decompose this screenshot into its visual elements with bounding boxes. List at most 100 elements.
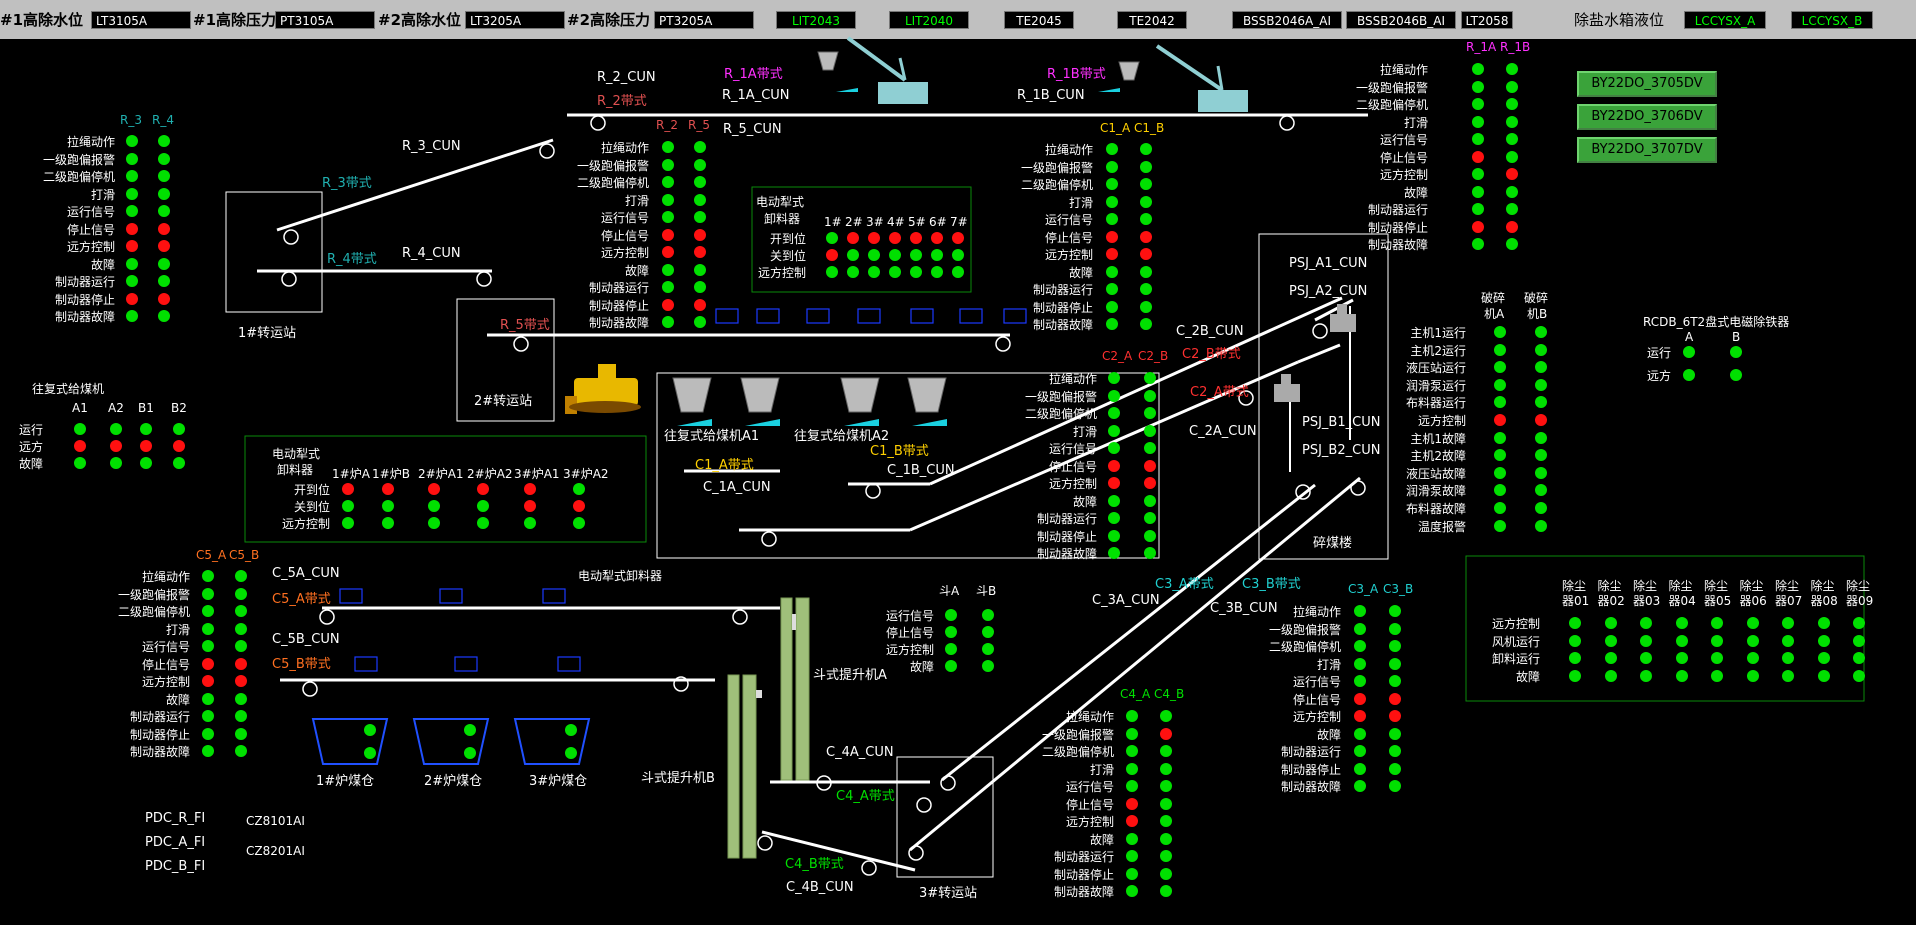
crusher-row-label: 温度报警	[1417, 519, 1466, 534]
dust-row-label: 远方控制	[1491, 617, 1540, 631]
group-c3-a-green-light	[1354, 762, 1366, 775]
group-r25-b-green-light	[694, 281, 706, 293]
group-c1-row-label: 一级跑偏报警	[1020, 160, 1093, 175]
plough-left-r2-c2-green-light	[428, 517, 440, 529]
group-r25-b-green-light	[694, 193, 706, 206]
group-c3-a-green-light	[1354, 605, 1366, 617]
dust-r1-c7-green-light	[1817, 634, 1830, 647]
group-r25-a-green-light	[662, 193, 674, 206]
plough-top-r2-c4-green-light	[910, 266, 922, 278]
group-c2-header-0: C2_A	[1102, 349, 1133, 363]
group-c3-b-green-light	[1389, 640, 1401, 652]
group-c2-row-label: 制动器运行	[1036, 512, 1097, 526]
plough-left-col-0: 1#炉A	[332, 467, 370, 481]
command-button-3705[interactable]: BY22DO_3705DV	[1577, 71, 1717, 97]
crusher-row-label: 主机1故障	[1410, 431, 1466, 446]
dust-r3-c4-green-light	[1711, 669, 1723, 682]
label-crusher-building: 碎煤楼	[1313, 536, 1353, 551]
group-c4-b-red-light	[1160, 727, 1172, 740]
group-c4-row-label: 制动器运行	[1053, 850, 1114, 864]
group-r1-a-green-light	[1472, 98, 1484, 110]
group-r34-row-label: 制动器运行	[54, 275, 115, 289]
group-r34-b-green-light	[158, 152, 170, 165]
group-r1-row-label: 拉绳动作	[1379, 63, 1428, 77]
group-c3-row-label: 制动器故障	[1280, 780, 1341, 794]
label-elevator-a: 斗式提升机A	[813, 668, 887, 683]
label-elevator-b: 斗式提升机B	[641, 771, 715, 786]
label-bunker-1: 1#炉煤仓	[316, 774, 375, 789]
dust-r3-c2-green-light	[1640, 669, 1652, 682]
label-r1a-cun: R_1A_CUN	[722, 88, 790, 103]
dust-col-head2-0: 器01	[1562, 594, 1590, 608]
group-r34-row-label: 一级跑偏报警	[42, 152, 115, 167]
group-r25-b-green-light	[694, 316, 706, 328]
plough-top-title2: 卸料器	[764, 212, 801, 226]
command-button-3707[interactable]: BY22DO_3707DV	[1577, 137, 1717, 163]
group-r1-row-label: 制动器故障	[1367, 238, 1428, 252]
bucket-table-r1-c0-green-light	[945, 626, 957, 638]
group-r34-row-label: 故障	[90, 257, 115, 272]
group-c5-row-label: 制动器故障	[129, 745, 190, 759]
feeder-table-col-1: A2	[108, 401, 124, 415]
bunker-2-shape	[412, 718, 490, 765]
dust-r3-c3-green-light	[1675, 669, 1688, 682]
group-c3-header-1: C3_B	[1383, 582, 1414, 596]
group-c5-b-green-light	[235, 640, 247, 652]
group-c5-a-green-light	[202, 605, 214, 617]
group-c5-b-green-light	[235, 727, 247, 740]
dust-r2-c6-green-light	[1782, 652, 1794, 664]
group-c4-b-green-light	[1160, 815, 1172, 827]
bucket-table-col-1: 斗B	[976, 584, 997, 598]
dust-r0-c1-green-light	[1604, 617, 1617, 629]
elevator-b	[727, 674, 762, 859]
group-c3-row-label: 二级跑偏停机	[1268, 640, 1341, 654]
dust-col-head2-1: 器02	[1597, 594, 1625, 608]
dust-r2-c5-green-light	[1746, 652, 1759, 664]
group-r34-b-green-light	[158, 310, 170, 322]
group-c4-header-1: C4_B	[1154, 687, 1185, 701]
group-c5-row-label: 制动器停止	[129, 727, 190, 742]
dust-r0-c7-green-light	[1817, 617, 1830, 629]
group-c1-b-green-light	[1140, 195, 1152, 208]
group-r25-row-label: 二级跑偏停机	[576, 176, 649, 190]
group-c5-b-green-light	[235, 622, 247, 635]
group-c3-b-green-light	[1389, 745, 1401, 757]
group-c4-b-green-light	[1160, 710, 1172, 722]
group-c5-row-label: 运行信号	[141, 640, 190, 654]
group-c3-b-green-light	[1389, 675, 1401, 687]
group-c1-a-red-light	[1106, 230, 1118, 243]
group-c3-a-green-light	[1354, 780, 1366, 792]
plough-left-r1-c2-green-light	[428, 500, 440, 512]
plough-left-r0-c4-red-light	[524, 483, 536, 495]
label-c4b-cun: C_4B_CUN	[786, 880, 854, 895]
group-c1-a-green-light	[1106, 283, 1118, 295]
group-c5-row-label: 远方控制	[141, 675, 190, 689]
crusher-a-head1: 破碎	[1481, 291, 1506, 305]
crusher-b-head1: 破碎	[1524, 291, 1549, 305]
feeder-table-r1-c1-red-light	[110, 440, 122, 452]
plough-left-r2-c3-green-light	[477, 517, 489, 529]
magnet-col-1: B	[1732, 330, 1741, 344]
label-r5-cun: R_5_CUN	[723, 122, 782, 137]
group-r25-row-label: 一级跑偏报警	[576, 158, 649, 173]
group-c4-row-label: 运行信号	[1065, 780, 1114, 794]
label-c5b-belt: C5_B带式	[272, 657, 331, 672]
group-r34-row-label: 制动器故障	[54, 310, 115, 324]
group-c3-b-green-light	[1389, 657, 1401, 670]
group-c2-a-green-light	[1108, 529, 1120, 542]
crusher-a-r10-green-light	[1494, 502, 1506, 514]
bucket-table-row-label: 运行信号	[885, 609, 934, 623]
group-r1-b-green-light	[1506, 185, 1518, 198]
elevator-a	[780, 597, 810, 781]
magnet-r0-c1-green-light	[1730, 346, 1742, 358]
dust-r1-c0-green-light	[1569, 634, 1581, 647]
crusher-row-label: 液压站故障	[1405, 466, 1466, 481]
command-button-3706[interactable]: BY22DO_3706DV	[1577, 104, 1717, 130]
group-r25-row-label: 制动器运行	[588, 281, 649, 295]
group-r34-row-label: 停止信号	[66, 222, 115, 237]
group-c4-a-green-light	[1126, 762, 1138, 775]
label-c5b-cun: C_5B_CUN	[272, 632, 340, 647]
group-r25-b-green-light	[694, 141, 706, 153]
dust-r1-c6-green-light	[1782, 634, 1794, 647]
stacker-r1a	[846, 36, 928, 104]
